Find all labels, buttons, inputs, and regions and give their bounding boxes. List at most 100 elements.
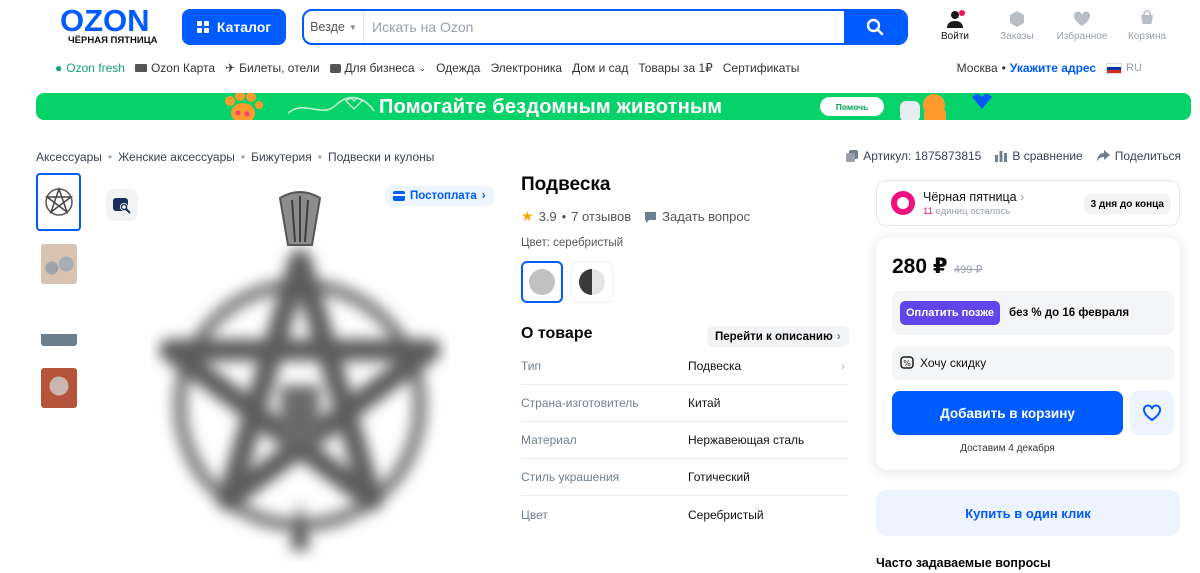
spec-key: Стиль украшения	[521, 470, 620, 484]
nav-label: Электроника	[490, 61, 563, 75]
go-to-description-button[interactable]: Перейти к описанию ›	[707, 326, 849, 347]
pay-later-button[interactable]: Оплатить позже	[900, 301, 1000, 325]
search-scope-label: Везде	[310, 20, 345, 34]
nav-item-ozon-card[interactable]: Ozon Карта	[134, 61, 216, 75]
nav-label: Дом и сад	[572, 61, 629, 75]
nav-item-certificates[interactable]: Сертификаты	[723, 61, 800, 75]
ozon-logo[interactable]: OZON ЧЁРНАЯ ПЯТНИЦА	[60, 3, 170, 46]
geo-selector: Москва • Укажите адрес RU	[957, 61, 1142, 75]
nav-item-electronics[interactable]: Электроника	[490, 61, 562, 75]
share-label: Поделиться	[1114, 149, 1181, 163]
breadcrumb-item[interactable]: Женские аксессуары	[118, 150, 235, 164]
article-copy-button[interactable]: Артикул: 1875873815	[846, 149, 981, 163]
buy-one-click-button[interactable]: Купить в один клик	[876, 490, 1180, 536]
spec-key: Цвет	[521, 507, 548, 522]
nav-item-one-ruble[interactable]: Товары за 1₽	[638, 61, 712, 75]
cart-label: Корзина	[1127, 31, 1167, 42]
reviews-link[interactable]: 7 отзывов	[571, 209, 631, 224]
breadcrumb-item[interactable]: Аксессуары	[36, 150, 102, 164]
nav-label: Одежда	[436, 61, 481, 75]
leaf-icon: ●	[55, 61, 63, 75]
card-icon	[134, 64, 147, 72]
favorites-button[interactable]: Избранное	[1054, 8, 1110, 42]
color-swatches	[521, 261, 613, 303]
black-friday-promo[interactable]: Чёрная пятница › 11 единиц осталось 3 дн…	[876, 180, 1180, 226]
image-search-button[interactable]	[106, 189, 138, 221]
nav-label: Ozon Карта	[150, 61, 216, 75]
orders-button[interactable]: Заказы	[992, 8, 1042, 42]
nav-item-clothes[interactable]: Одежда	[436, 61, 480, 75]
svg-text:%: %	[903, 359, 911, 368]
rating-separator: •	[561, 209, 567, 224]
chevron-down-icon: ⌄	[418, 62, 427, 73]
product-main-image[interactable]	[150, 190, 450, 562]
orders-label: Заказы	[1000, 31, 1034, 42]
want-discount-label: Хочу скидку	[920, 356, 987, 370]
heart-icon	[1143, 404, 1161, 422]
search-button[interactable]	[844, 11, 906, 43]
cart-button[interactable]: Корзина	[1122, 8, 1172, 42]
address-link[interactable]: Укажите адрес	[1010, 61, 1096, 75]
ask-question-button[interactable]: Задать вопрос	[644, 209, 750, 224]
chevron-right-icon: ›	[836, 330, 841, 343]
chevron-right-icon: ›	[481, 190, 486, 202]
search-scope-select[interactable]: Везде ▼	[304, 11, 364, 43]
thumbnail-4[interactable]	[36, 359, 81, 417]
spec-value: Нержавеющая сталь	[688, 433, 805, 447]
product-meta: Артикул: 1875873815 В сравнение Поделить…	[832, 149, 1181, 163]
silver-circle-icon	[529, 269, 555, 295]
color-swatch-black-silver[interactable]	[571, 261, 613, 303]
faq-title: Часто задаваемые вопросы	[876, 556, 1051, 570]
top-nav: ● Ozon fresh Ozon Карта ✈ Билеты, отели Дл…	[55, 61, 809, 75]
catalog-label: Каталог	[216, 19, 272, 35]
nav-item-home-garden[interactable]: Дом и сад	[572, 61, 628, 75]
star-icon: ★	[521, 208, 534, 224]
compare-button[interactable]: В сравнение	[995, 149, 1083, 163]
rating-value: 3.9	[538, 209, 557, 224]
pay-later-block[interactable]: Оплатить позже без % до 16 февраля	[892, 291, 1174, 335]
breadcrumb: Аксессуары • Женские аксессуары • Бижутери…	[36, 150, 434, 164]
share-button[interactable]: Поделиться	[1096, 149, 1181, 163]
language-label[interactable]: RU	[1126, 62, 1142, 74]
thumbnail-2[interactable]	[36, 235, 81, 293]
nav-label: Ozon fresh	[66, 61, 125, 75]
russia-flag-icon[interactable]	[1106, 62, 1123, 74]
add-to-favorites-button[interactable]	[1130, 391, 1174, 435]
city-label: Москва	[956, 61, 998, 75]
buy-card: 280 ₽ 499 ₽ Оплатить позже без % до 16 ф…	[876, 238, 1180, 470]
add-to-cart-button[interactable]: Добавить в корзину	[892, 391, 1123, 435]
nav-label: Сертификаты	[722, 61, 800, 75]
copy-icon	[846, 150, 859, 162]
catalog-button[interactable]: Каталог	[182, 9, 286, 45]
about-title: О товаре	[521, 325, 593, 342]
spec-value: Китай	[688, 396, 721, 410]
spec-key: Тип	[521, 359, 542, 373]
logo-text: OZON	[60, 3, 150, 38]
nav-label: Билеты, отели	[239, 61, 320, 75]
spec-value: Серебристый	[688, 507, 764, 522]
nav-item-tickets[interactable]: ✈ Билеты, отели	[225, 61, 319, 75]
search-bar: Везде ▼	[302, 9, 908, 45]
spec-row[interactable]: Тип Подвеска ›	[521, 348, 849, 385]
pets-illustration-icon	[900, 94, 992, 120]
promo-name-text: Чёрная пятница	[923, 190, 1017, 204]
thumbnail-1[interactable]	[36, 173, 81, 231]
promo-banner[interactable]: Помогайте бездомным животным Помочь	[36, 93, 1191, 120]
breadcrumb-separator: •	[107, 150, 113, 164]
breadcrumb-separator: •	[317, 150, 322, 164]
banner-help-button[interactable]: Помочь	[820, 97, 884, 116]
product-photo-thumbnail	[40, 368, 77, 408]
nav-item-business[interactable]: Для бизнеса ⌄	[329, 61, 427, 75]
color-swatch-silver[interactable]	[521, 261, 563, 303]
nav-item-ozon-fresh[interactable]: ● Ozon fresh	[55, 61, 125, 75]
want-discount-button[interactable]: % Хочу скидку	[892, 346, 1174, 380]
thumbnail-3[interactable]	[36, 297, 81, 355]
ask-question-label: Задать вопрос	[662, 209, 751, 224]
breadcrumb-item[interactable]: Бижутерия	[251, 150, 312, 164]
search-input[interactable]	[364, 11, 844, 43]
heart-icon	[1073, 8, 1091, 30]
breadcrumb-separator: •	[240, 150, 246, 164]
breadcrumb-item[interactable]: Подвески и кулоны	[328, 150, 434, 164]
notification-dot	[959, 10, 965, 16]
login-button[interactable]: Войти	[930, 8, 980, 42]
